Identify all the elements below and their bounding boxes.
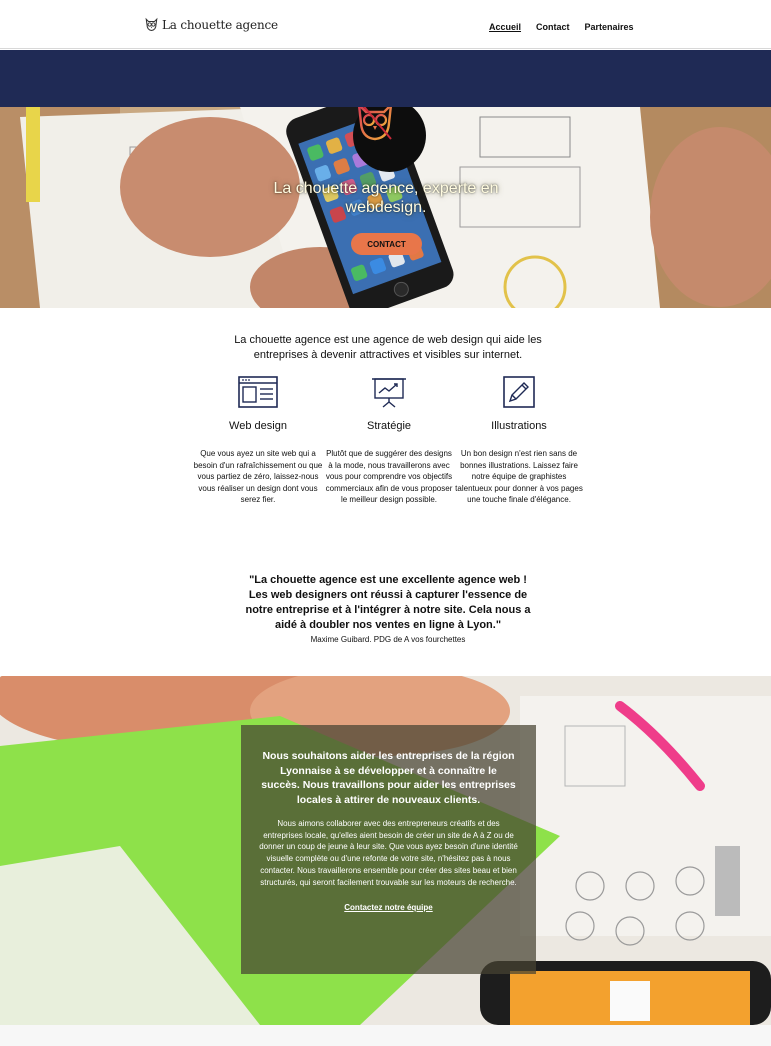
about-section: Nous souhaitons aider les entreprises de… xyxy=(0,676,771,1025)
about-text: Nous aimons collaborer avec des entrepre… xyxy=(259,818,518,887)
banner-band xyxy=(0,50,771,107)
contact-team-link[interactable]: Contactez notre équipe xyxy=(344,903,432,912)
testimonial: "La chouette agence est une excellente a… xyxy=(240,573,536,644)
service-description: Que vous ayez un site web qui a besoin d… xyxy=(193,449,323,505)
webpage-layout-icon xyxy=(238,376,278,408)
nav-contact[interactable]: Contact xyxy=(536,22,570,32)
service-web-design: Web design Que vous ayez un site web qui… xyxy=(193,376,323,506)
owl-badge-icon xyxy=(358,107,392,141)
about-overlay-box: Nous souhaitons aider les entreprises de… xyxy=(241,725,536,974)
testimonial-quote: "La chouette agence est une excellente a… xyxy=(245,574,531,631)
presentation-chart-icon xyxy=(372,378,406,408)
nav-accueil[interactable]: Accueil xyxy=(489,22,521,32)
owl-icon xyxy=(145,17,158,32)
pencil-icon xyxy=(503,376,535,408)
service-title: Illustrations xyxy=(491,420,547,432)
main-nav: Accueil Contact Partenaires xyxy=(489,22,634,32)
service-description: Plutôt que de suggérer des designs à la … xyxy=(325,449,453,505)
testimonial-author: Maxime Guibard. PDG de A vos fourchettes xyxy=(310,635,466,644)
service-title: Web design xyxy=(229,420,287,432)
service-illustrations: Illustrations Un bon design n'est rien s… xyxy=(454,376,584,506)
hero-contact-button[interactable]: CONTACT xyxy=(351,233,422,255)
about-heading: Nous souhaitons aider les entreprises de… xyxy=(261,750,516,807)
service-title: Stratégie xyxy=(366,420,412,432)
nav-partenaires[interactable]: Partenaires xyxy=(585,22,634,32)
site-header: La chouette agence Accueil Contact Parte… xyxy=(0,0,771,49)
service-strategie: Stratégie Plutôt que de suggérer des des… xyxy=(324,376,454,506)
hero-section: La chouette agence, experte en webdesign… xyxy=(0,107,771,308)
service-description: Un bon design n'est rien sans de bonnes … xyxy=(455,449,583,505)
hero-title: La chouette agence, experte en webdesign… xyxy=(273,180,499,216)
intro-text: La chouette agence est une agence de web… xyxy=(234,334,542,361)
logo-text: La chouette agence xyxy=(162,17,278,32)
page-footer xyxy=(0,1025,771,1046)
site-logo[interactable]: La chouette agence xyxy=(144,17,278,32)
